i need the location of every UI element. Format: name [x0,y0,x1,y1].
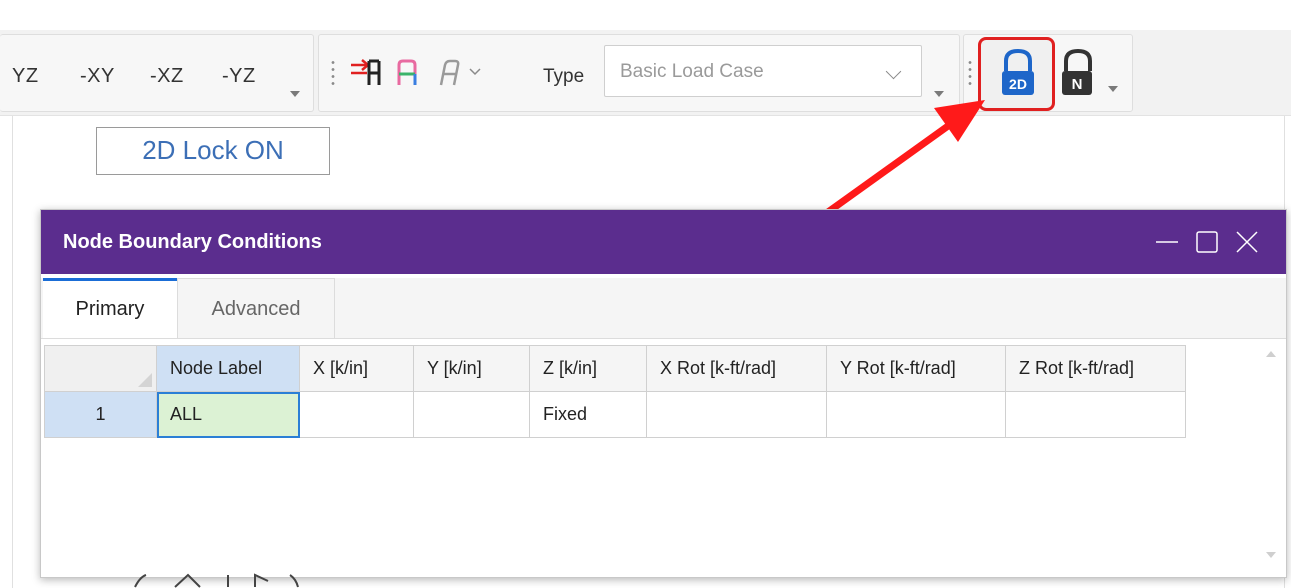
column-header[interactable]: Y [k/in] [413,345,530,392]
maximize-icon[interactable] [1193,228,1221,256]
scroll-down-icon[interactable] [1266,552,1276,558]
row-number[interactable]: 1 [44,391,157,438]
load-group: Type Basic Load Case [318,34,960,112]
svg-text:N: N [1072,76,1083,93]
table-cell[interactable]: ALL [156,391,300,438]
tab-primary[interactable]: Primary [43,278,177,338]
load-type-value: Basic Load Case [620,61,764,82]
table-header-row: Node Label X [k/in] Y [k/in] Z [k/in] X … [44,345,1186,392]
grip-icon[interactable] [968,59,972,89]
lock-group-overflow-icon[interactable] [1108,86,1118,92]
minimize-icon[interactable] [1153,228,1181,256]
top-strip [0,0,1291,30]
chevron-down-icon [885,63,902,80]
select-all-icon [138,373,152,387]
scroll-up-icon[interactable] [1266,351,1276,357]
lock-status-indicator: 2D Lock ON [96,127,330,175]
table-cell[interactable] [646,391,827,438]
grip-icon[interactable] [331,59,335,89]
grid-corner[interactable] [44,345,157,392]
table-cell[interactable] [826,391,1006,438]
lock-2d-icon[interactable]: 2D [996,47,1040,99]
column-header[interactable]: Y Rot [k-ft/rad] [826,345,1006,392]
load-style-icon[interactable] [435,55,465,91]
table-cell[interactable] [1005,391,1186,438]
column-header[interactable]: Z [k/in] [529,345,647,392]
view-group-overflow-icon[interactable] [290,91,300,97]
type-label: Type [543,66,585,87]
toolbar: YZ -XY -XZ -YZ Type Basic Load Case 2D N [0,30,1291,116]
view-group: YZ -XY -XZ -YZ [0,34,314,112]
table-row: 1 ALL Fixed [44,391,1186,438]
node-boundary-dialog: Node Boundary Conditions Primary Advance… [40,209,1287,578]
load-style-dropdown-icon[interactable] [469,67,481,77]
table-cell[interactable]: Fixed [529,391,647,438]
table-cell[interactable] [413,391,530,438]
column-header[interactable]: Node Label [156,345,300,392]
column-header[interactable]: X [k/in] [299,345,414,392]
view-neg-xy-button[interactable]: -XY [80,65,115,88]
load-color-icon[interactable] [393,55,421,91]
table-cell[interactable] [299,391,414,438]
column-header[interactable]: X Rot [k-ft/rad] [646,345,827,392]
boundary-grid: Node Label X [k/in] Y [k/in] Z [k/in] X … [44,345,1186,438]
view-neg-yz-button[interactable]: -YZ [222,65,256,88]
load-into-icon[interactable] [347,55,383,91]
lock-n-icon[interactable]: N [1058,47,1098,99]
view-yz-button[interactable]: YZ [12,65,39,88]
load-group-overflow-icon[interactable] [934,91,944,97]
tab-advanced[interactable]: Advanced [177,278,335,338]
svg-text:2D: 2D [1009,76,1027,92]
dialog-title: Node Boundary Conditions [63,231,322,253]
column-header[interactable]: Z Rot [k-ft/rad] [1005,345,1186,392]
close-icon[interactable] [1233,228,1261,256]
view-neg-xz-button[interactable]: -XZ [150,65,184,88]
load-type-select[interactable]: Basic Load Case [604,45,922,97]
model-graphic-fragment [134,573,299,588]
dialog-title-bar[interactable]: Node Boundary Conditions [41,210,1286,274]
